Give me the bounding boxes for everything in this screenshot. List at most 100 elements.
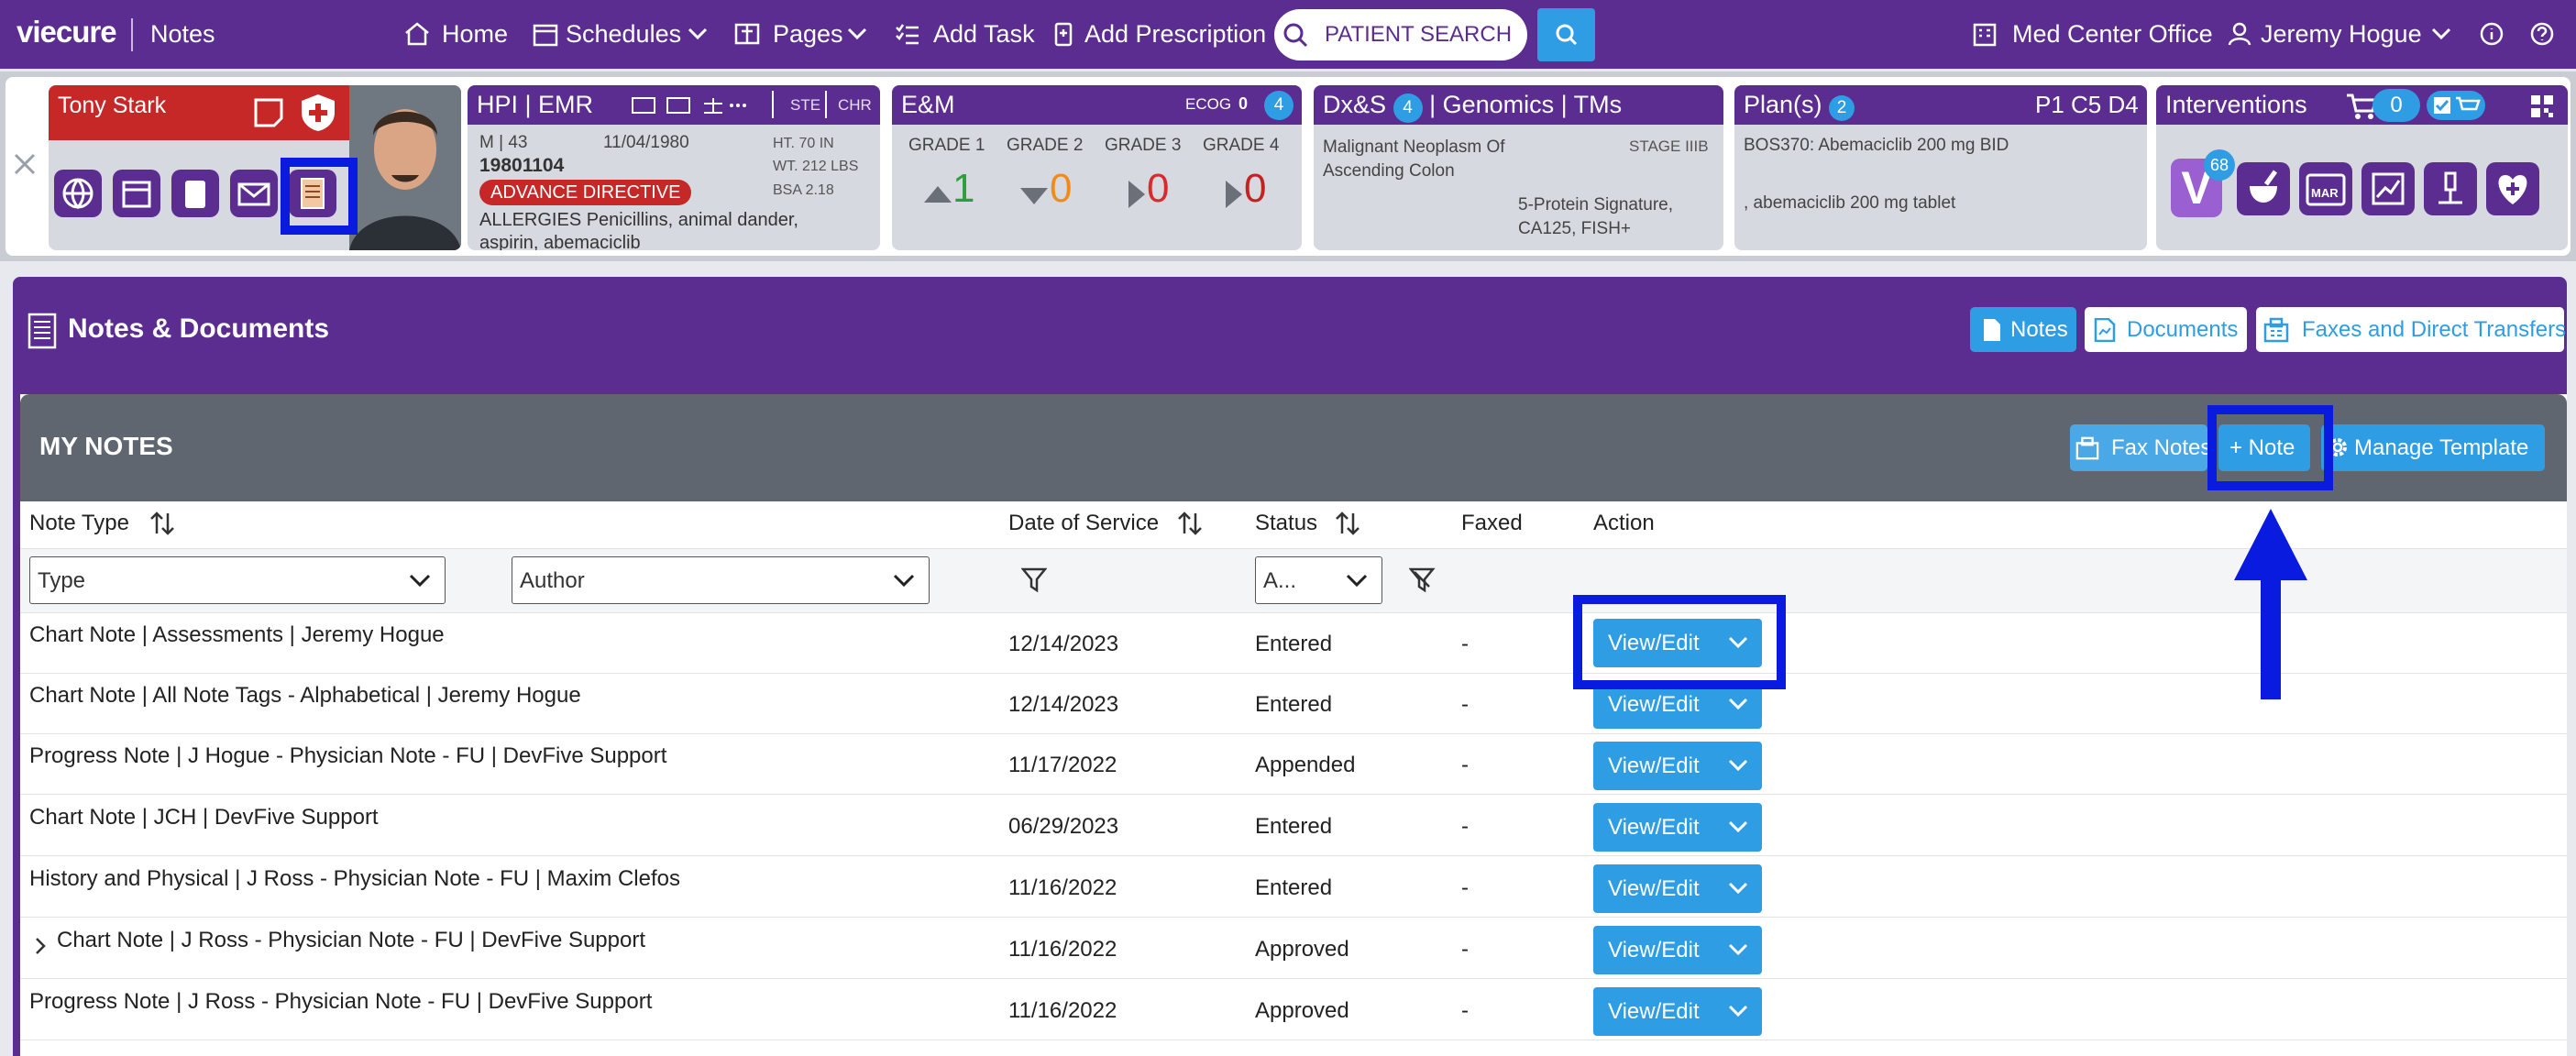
table-row[interactable]: Chart Note | JCH | DevFive Support 06/29…	[20, 796, 2567, 856]
checklist-cart-toggle[interactable]	[2427, 91, 2485, 120]
close-icon[interactable]	[11, 150, 39, 178]
sort-icon[interactable]	[1177, 510, 1203, 537]
view-edit-button[interactable]: View/Edit	[1593, 803, 1762, 852]
plan-line-1[interactable]: BOS370: Abemaciclib 200 mg BID	[1744, 136, 2009, 156]
mail-button[interactable]	[230, 170, 278, 217]
grade-4-value[interactable]: 0	[1244, 166, 1266, 212]
view-edit-button[interactable]: View/Edit	[1593, 864, 1762, 913]
note-icon[interactable]	[252, 96, 285, 129]
help-icon[interactable]	[2528, 20, 2556, 48]
row-note-type[interactable]: History and Physical | J Ross - Physicia…	[29, 866, 680, 892]
dx-count-badge[interactable]: 4	[1393, 94, 1423, 123]
patient-card: Tony Stark	[49, 85, 461, 250]
table-row[interactable]: Progress Note | J Hogue - Physician Note…	[20, 734, 2567, 795]
row-faxed: -	[1461, 753, 1469, 777]
row-note-type[interactable]: Chart Note | All Note Tags - Alphabetica…	[29, 683, 581, 709]
patient-name[interactable]: Tony Stark	[58, 93, 166, 119]
home-icon	[405, 22, 429, 46]
hpi-divider	[772, 91, 774, 118]
type-filter-select[interactable]: Type	[29, 556, 446, 604]
fax-notes-button[interactable]: Fax Notes	[2070, 424, 2211, 471]
clear-filter-icon[interactable]	[1409, 566, 1437, 594]
dx-header[interactable]: Dx&S 4 | Genomics | TMs	[1314, 85, 1723, 125]
chevron-down-icon[interactable]	[1727, 695, 1749, 713]
info-icon[interactable]	[2478, 20, 2505, 48]
diagnosis[interactable]: Malignant Neoplasm Of Ascending Colon	[1323, 136, 1570, 183]
status-filter-select[interactable]: A...	[1255, 556, 1382, 604]
col-faxed: Faxed	[1461, 511, 1523, 535]
sort-icon[interactable]	[149, 510, 175, 537]
sex-age: M | 43	[479, 133, 528, 152]
chevron-down-icon[interactable]	[1727, 1002, 1749, 1020]
em-count-badge[interactable]: 4	[1264, 91, 1294, 120]
chevron-down-icon[interactable]	[1727, 879, 1749, 897]
row-note-type[interactable]: Chart Note | J Ross - Physician Note - F…	[57, 928, 645, 953]
viecure-logo[interactable]: viecure	[17, 15, 117, 50]
table-row[interactable]: History and Physical | J Ross - Physicia…	[20, 857, 2567, 918]
nav-add-prescription[interactable]: Add Prescription	[1084, 0, 1266, 69]
add-health-button[interactable]	[2486, 162, 2539, 215]
view-edit-button[interactable]: View/Edit	[1593, 742, 1762, 790]
col-action: Action	[1593, 511, 1655, 535]
manage-template-button[interactable]: Manage Template	[2321, 424, 2545, 471]
ste-label[interactable]: STE	[790, 96, 820, 115]
chevron-down-icon[interactable]	[1727, 818, 1749, 836]
tab-faxes[interactable]: Faxes and Direct Transfers	[2256, 307, 2566, 352]
row-note-type[interactable]: Chart Note | Assessments | Jeremy Hogue	[29, 622, 445, 648]
row-note-type[interactable]: Progress Note | J Ross - Physician Note …	[29, 989, 652, 1015]
medical-shield-icon[interactable]	[298, 93, 338, 133]
sort-icon[interactable]	[1335, 510, 1360, 537]
search-icon	[1283, 23, 1308, 48]
pharmacy-button[interactable]	[2237, 162, 2290, 215]
col-date-of-service[interactable]: Date of Service	[1008, 511, 1159, 536]
tab-notes[interactable]: Notes	[1970, 307, 2076, 352]
col-status[interactable]: Status	[1255, 511, 1317, 536]
globe-button[interactable]	[54, 170, 102, 217]
row-note-type[interactable]: Progress Note | J Hogue - Physician Note…	[29, 743, 666, 769]
qr-code-icon[interactable]	[2530, 94, 2554, 118]
mar-button[interactable]: MAR	[2299, 162, 2352, 215]
nav-schedules[interactable]: Schedules	[566, 0, 681, 69]
table-row[interactable]: Chart Note | J Ross - Physician Note - F…	[20, 918, 2567, 979]
chr-label[interactable]: CHR	[838, 96, 872, 115]
nav-add-task[interactable]: Add Task	[933, 0, 1035, 69]
user-name[interactable]: Jeremy Hogue	[2261, 0, 2422, 69]
chevron-down-icon[interactable]	[1727, 940, 1749, 959]
chevron-down-icon[interactable]	[1727, 756, 1749, 775]
grade-3-value[interactable]: 0	[1147, 166, 1169, 212]
view-edit-label: View/Edit	[1608, 815, 1700, 840]
nav-home[interactable]: Home	[442, 0, 508, 69]
clipboard-button[interactable]	[171, 170, 219, 217]
plan-count-badge[interactable]: 2	[1829, 95, 1855, 121]
plan-line-2[interactable]: , abemaciclib 200 mg tablet	[1744, 193, 1955, 214]
row-faxed: -	[1461, 632, 1469, 656]
genomics[interactable]: 5-Protein Signature, CA125, FISH+	[1518, 193, 1720, 241]
chart-button[interactable]	[2361, 162, 2415, 215]
table-row[interactable]: Progress Note | J Ross - Physician Note …	[20, 980, 2567, 1040]
calendar-button[interactable]	[113, 170, 160, 217]
col-note-type[interactable]: Note Type	[29, 511, 129, 536]
grade-1-value[interactable]: 1	[952, 166, 974, 212]
height: HT. 70 IN	[773, 136, 834, 151]
view-edit-button[interactable]: View/Edit	[1593, 987, 1762, 1036]
table-row[interactable]: Chart Note | All Note Tags - Alphabetica…	[20, 674, 2567, 734]
grade-2-value[interactable]: 0	[1050, 166, 1072, 212]
calendar-icon	[533, 24, 558, 47]
nav-pages[interactable]: Pages	[773, 0, 843, 69]
hpi-divider-2	[825, 91, 827, 118]
annotation-arrow-up	[2234, 509, 2307, 699]
location-label[interactable]: Med Center Office	[2012, 0, 2213, 69]
lab-button[interactable]	[2424, 162, 2477, 215]
row-note-type[interactable]: Chart Note | JCH | DevFive Support	[29, 805, 379, 830]
grade-4-label: GRADE 4	[1203, 136, 1280, 155]
view-edit-button[interactable]: View/Edit	[1593, 926, 1762, 974]
author-filter-select[interactable]: Author	[512, 556, 930, 604]
tab-documents-label: Documents	[2127, 317, 2239, 342]
filter-icon[interactable]	[1021, 566, 1047, 594]
cart-count[interactable]: 0	[2372, 89, 2420, 122]
search-button[interactable]	[1537, 8, 1595, 61]
advance-directive-badge[interactable]: ADVANCE DIRECTIVE	[479, 180, 692, 205]
chevron-right-icon[interactable]	[33, 935, 48, 957]
table-row[interactable]: Chart Note | Assessments | Jeremy Hogue …	[20, 613, 2567, 674]
tab-documents[interactable]: Documents	[2085, 307, 2247, 352]
